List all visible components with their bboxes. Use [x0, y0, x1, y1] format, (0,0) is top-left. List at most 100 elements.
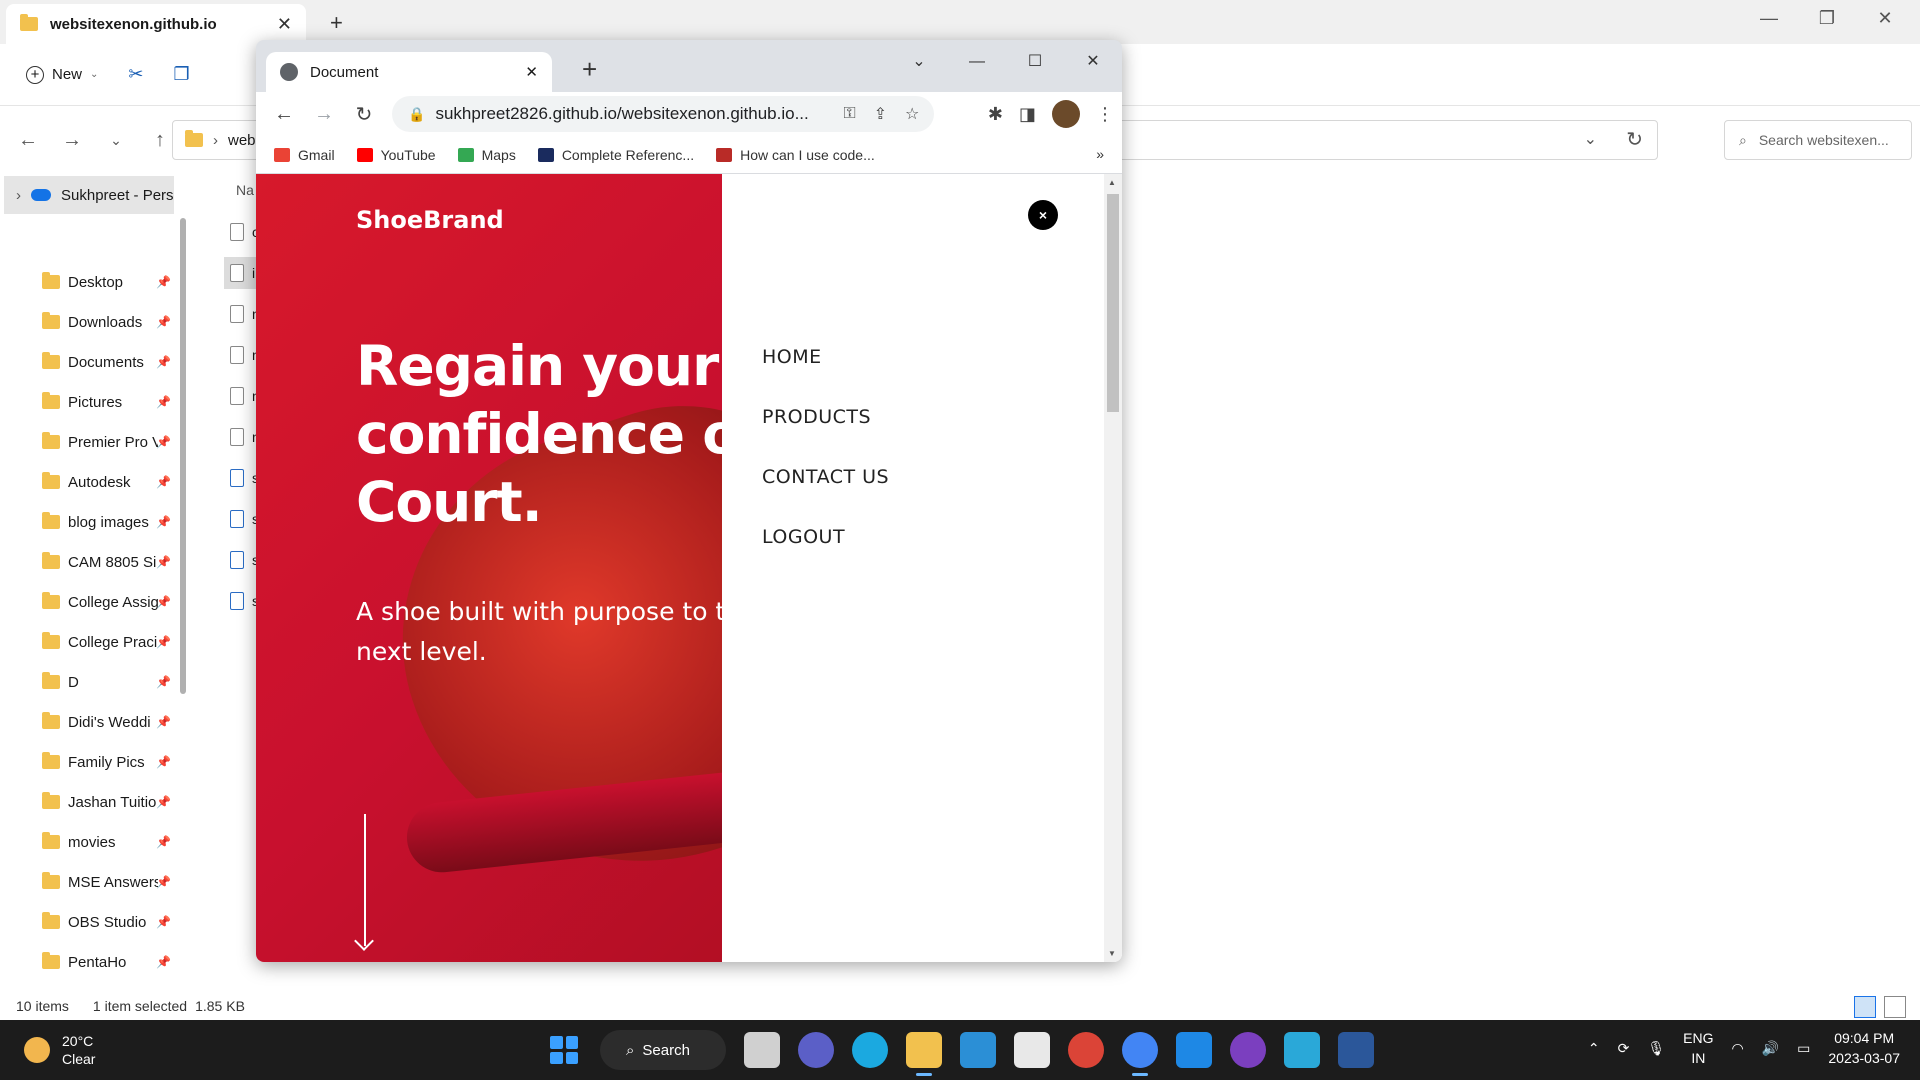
wifi-icon[interactable]: ◠: [1731, 1040, 1743, 1057]
sync-icon[interactable]: ⟳: [1618, 1040, 1630, 1057]
sidebar-item[interactable]: PentaHo 📌: [0, 942, 180, 982]
forward-arrow-icon[interactable]: →: [50, 129, 94, 152]
sidebar-item[interactable]: Jashan Tuitio 📌: [0, 782, 180, 822]
close-tab-icon[interactable]: ✕: [525, 63, 538, 81]
vscode-icon[interactable]: [1176, 1032, 1212, 1068]
sidebar-item[interactable]: Pictures 📌: [0, 382, 180, 422]
sidebar-item[interactable]: College Praci 📌: [0, 622, 180, 662]
new-tab-button[interactable]: +: [582, 54, 597, 85]
tab-search-icon[interactable]: ⌄: [890, 44, 948, 80]
menu-item-logout[interactable]: LOGOUT: [762, 526, 889, 586]
sidebar-item[interactable]: CAM 8805 Si 📌: [0, 542, 180, 582]
close-icon[interactable]: ✕: [1856, 0, 1914, 36]
bookmark-item[interactable]: Maps: [457, 147, 516, 163]
close-tab-icon[interactable]: ✕: [277, 14, 292, 35]
minimize-icon[interactable]: —: [1740, 0, 1798, 36]
sidebar-item[interactable]: OBS Studio 📌: [0, 902, 180, 942]
word-icon[interactable]: [1338, 1032, 1374, 1068]
refresh-icon[interactable]: ↻: [1626, 127, 1643, 152]
notepad-icon[interactable]: [1284, 1032, 1320, 1068]
start-button[interactable]: [546, 1032, 582, 1068]
clock[interactable]: 09:04 PM 2023-03-07: [1828, 1028, 1900, 1068]
chrome-icon[interactable]: [1068, 1032, 1104, 1068]
weather-widget[interactable]: 20°C Clear: [24, 1032, 95, 1068]
bookmark-label: Complete Referenc...: [561, 146, 695, 163]
sidebar-item[interactable]: Desktop 📌: [0, 262, 180, 302]
sidebar-item[interactable]: blog images 📌: [0, 502, 180, 542]
restore-icon[interactable]: ❐: [1798, 0, 1856, 36]
key-icon[interactable]: ⚿: [843, 105, 855, 123]
back-arrow-icon[interactable]: ←: [6, 129, 50, 152]
large-icons-view-icon[interactable]: [1884, 996, 1906, 1018]
back-arrow-icon[interactable]: ←: [264, 103, 304, 126]
new-tab-button[interactable]: +: [330, 10, 343, 36]
chevron-up-icon[interactable]: ⌃: [1588, 1040, 1600, 1057]
name-column-header[interactable]: Na: [236, 182, 254, 198]
menu-kebab-icon[interactable]: ⋮: [1096, 104, 1114, 125]
mail-icon[interactable]: [960, 1032, 996, 1068]
maximize-icon[interactable]: ☐: [1006, 44, 1064, 80]
brand-logo[interactable]: ShoeBrand: [356, 206, 504, 234]
sidebar-item-label: College Assig: [68, 593, 158, 611]
onedrive-account-item[interactable]: › Sukhpreet - Pers: [4, 176, 174, 214]
menu-item-contact-us[interactable]: CONTACT US: [762, 466, 889, 526]
page-scrollbar[interactable]: ▲ ▼: [1104, 174, 1122, 962]
explorer-search-input[interactable]: ⌕ Search websitexen...: [1724, 120, 1912, 160]
scroll-down-icon[interactable]: ▼: [1108, 949, 1116, 958]
sidebar-item[interactable]: movies 📌: [0, 822, 180, 862]
task-view-icon[interactable]: [744, 1032, 780, 1068]
extensions-icon[interactable]: ✱: [988, 104, 1003, 125]
menu-item-products[interactable]: PRODUCTS: [762, 406, 889, 466]
chevron-down-icon[interactable]: ⌄: [1584, 129, 1597, 149]
bookmark-item[interactable]: How can I use code...: [716, 147, 875, 163]
recent-locations-icon[interactable]: ⌄: [94, 132, 138, 149]
sidebar-item[interactable]: College Assig 📌: [0, 582, 180, 622]
battery-icon[interactable]: ▭: [1797, 1040, 1810, 1057]
scrollbar-thumb[interactable]: [1107, 194, 1119, 412]
reload-icon[interactable]: ↻: [344, 102, 384, 127]
chrome-canary-icon[interactable]: [1122, 1032, 1158, 1076]
minimize-icon[interactable]: —: [948, 44, 1006, 80]
language-indicator[interactable]: ENG IN: [1683, 1028, 1713, 1068]
bookmark-item[interactable]: Complete Referenc...: [537, 146, 695, 163]
more-bookmarks-icon[interactable]: »: [1096, 146, 1104, 162]
bookmark-item[interactable]: YouTube: [356, 147, 436, 163]
expand-chevron-icon[interactable]: ›: [16, 187, 21, 204]
close-icon[interactable]: ✕: [1064, 44, 1122, 80]
star-icon[interactable]: ☆: [905, 104, 919, 124]
sidebar-item[interactable]: Family Pics 📌: [0, 742, 180, 782]
close-menu-button[interactable]: ×: [1028, 200, 1058, 230]
teams-icon[interactable]: [798, 1032, 834, 1068]
bookmark-item[interactable]: Gmail: [274, 147, 335, 163]
github-desktop-icon[interactable]: [1230, 1032, 1266, 1068]
cut-icon[interactable]: ✂: [128, 64, 143, 85]
file-explorer-icon[interactable]: [906, 1032, 942, 1076]
edge-icon[interactable]: [852, 1032, 888, 1068]
sidebar-item[interactable]: Premier Pro V 📌: [0, 422, 180, 462]
omnibox[interactable]: 🔒 sukhpreet2826.github.io/websitexenon.g…: [392, 96, 934, 132]
sidebar-item[interactable]: Didi's Weddi 📌: [0, 702, 180, 742]
chrome-tab-document[interactable]: Document ✕: [266, 52, 552, 92]
menu-item-home[interactable]: HOME: [762, 346, 889, 406]
share-icon[interactable]: ⇪: [874, 104, 887, 124]
volume-icon[interactable]: 🔊: [1762, 1040, 1779, 1057]
forward-arrow-icon[interactable]: →: [304, 103, 344, 126]
details-view-icon[interactable]: [1854, 996, 1876, 1018]
avatar[interactable]: [1052, 100, 1080, 128]
lock-icon[interactable]: 🔒: [408, 106, 425, 123]
sidebar-item[interactable]: Documents 📌: [0, 342, 180, 382]
scroll-down-arrow-icon[interactable]: [364, 814, 366, 946]
new-button[interactable]: + New ⌄: [26, 65, 98, 84]
side-panel-icon[interactable]: ◨: [1019, 104, 1036, 125]
sidebar-item[interactable]: Autodesk 📌: [0, 462, 180, 502]
store-icon[interactable]: [1014, 1032, 1050, 1068]
navigation-pane-scrollbar[interactable]: [180, 218, 186, 694]
sidebar-item[interactable]: D 📌: [0, 662, 180, 702]
explorer-tab[interactable]: websitexenon.github.io ✕: [6, 4, 306, 44]
scroll-up-icon[interactable]: ▲: [1108, 178, 1116, 187]
copy-icon[interactable]: ❐: [174, 64, 190, 85]
sidebar-item[interactable]: MSE Answers 📌: [0, 862, 180, 902]
sidebar-item[interactable]: Downloads 📌: [0, 302, 180, 342]
taskbar-search[interactable]: ⌕ Search: [600, 1030, 726, 1070]
microphone-icon[interactable]: 🎙: [1647, 1040, 1665, 1057]
